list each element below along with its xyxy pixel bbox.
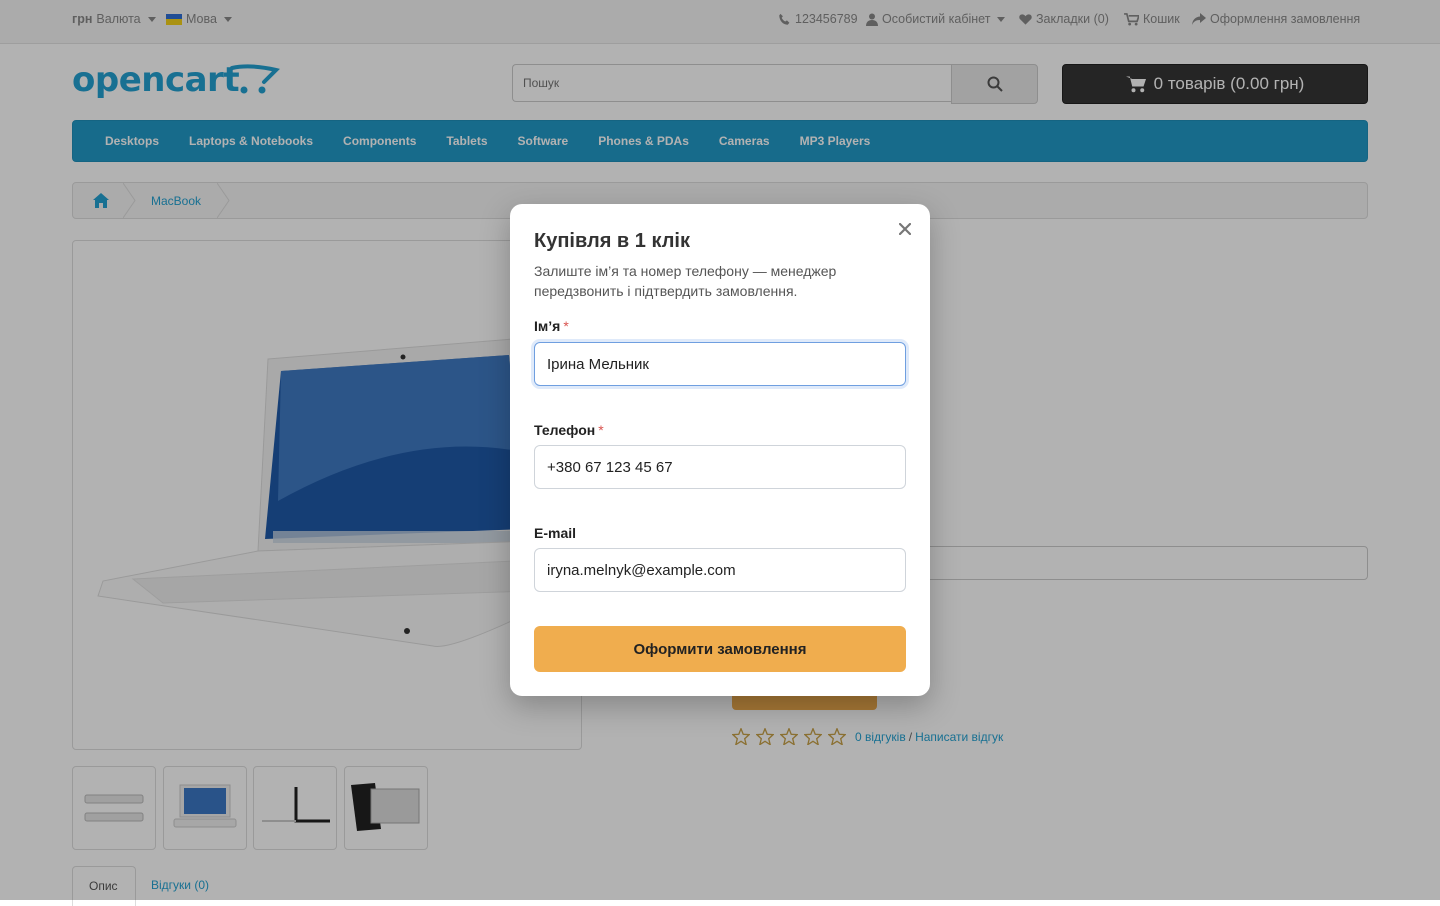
one-click-buy-modal: Купівля в 1 клік Залиште ім’я та номер т… <box>510 204 930 696</box>
modal-subtitle: Залиште ім’я та номер телефону — менедже… <box>534 263 837 299</box>
required-mark: * <box>563 318 569 334</box>
email-label: E-mail <box>534 525 576 541</box>
email-field[interactable] <box>534 548 906 592</box>
required-mark: * <box>598 422 604 438</box>
close-icon <box>899 223 911 235</box>
email-label-text: E-mail <box>534 525 577 541</box>
phone-label-text: Телефон <box>534 422 596 438</box>
name-field[interactable] <box>534 342 906 386</box>
modal-title: Купівля в 1 клік <box>534 230 690 252</box>
name-label-text: Ім’я <box>534 318 561 334</box>
phone-label: Телефон * <box>534 422 604 438</box>
phone-field[interactable] <box>534 445 906 489</box>
name-label: Ім’я * <box>534 318 569 334</box>
close-button[interactable] <box>894 218 916 240</box>
submit-order-button[interactable]: Оформити замовлення <box>534 626 906 672</box>
